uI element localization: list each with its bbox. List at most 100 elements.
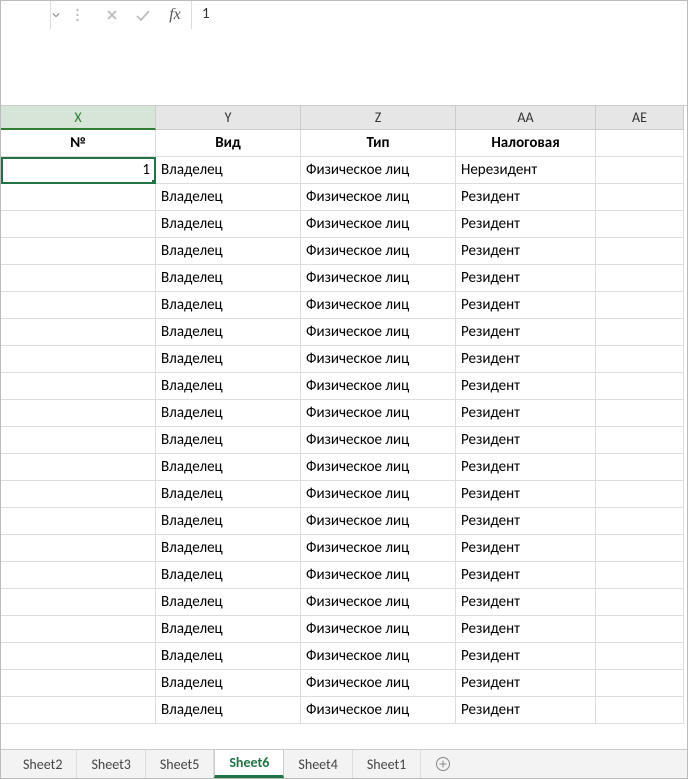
add-sheet-button[interactable] <box>421 750 465 778</box>
cell-nal[interactable]: Нерезидент <box>456 157 596 184</box>
cell-vid[interactable]: Владелец <box>156 670 301 697</box>
cell-empty[interactable] <box>596 535 684 562</box>
cell-vid[interactable]: Владелец <box>156 508 301 535</box>
cell-no[interactable] <box>1 373 156 400</box>
cell-empty[interactable] <box>596 481 684 508</box>
cell-nal[interactable]: Резидент <box>456 211 596 238</box>
header-cell[interactable]: Тип <box>301 130 456 157</box>
cell-tip[interactable]: Физическое лиц <box>301 589 456 616</box>
cell-nal[interactable]: Резидент <box>456 373 596 400</box>
cell-tip[interactable]: Физическое лиц <box>301 454 456 481</box>
cell-tip[interactable]: Физическое лиц <box>301 292 456 319</box>
cell-no[interactable] <box>1 292 156 319</box>
cell-vid[interactable]: Владелец <box>156 211 301 238</box>
name-box-dropdown-icon[interactable] <box>51 1 61 29</box>
cell-vid[interactable]: Владелец <box>156 481 301 508</box>
cell-vid[interactable]: Владелец <box>156 265 301 292</box>
cell-vid[interactable]: Владелец <box>156 697 301 724</box>
cell-vid[interactable]: Владелец <box>156 562 301 589</box>
cell-no[interactable] <box>1 670 156 697</box>
col-header-aa[interactable]: AA <box>456 106 596 130</box>
cell-no[interactable] <box>1 346 156 373</box>
sheet-tab[interactable]: Sheet6 <box>214 749 284 778</box>
col-header-z[interactable]: Z <box>301 106 456 130</box>
cell-tip[interactable]: Физическое лиц <box>301 400 456 427</box>
cell-vid[interactable]: Владелец <box>156 238 301 265</box>
cell-empty[interactable] <box>596 184 684 211</box>
cell-nal[interactable]: Резидент <box>456 238 596 265</box>
formula-input[interactable]: 1 <box>192 1 687 27</box>
cell-vid[interactable]: Владелец <box>156 346 301 373</box>
cell-empty[interactable] <box>596 346 684 373</box>
cell-nal[interactable]: Резидент <box>456 292 596 319</box>
cell-empty[interactable] <box>596 400 684 427</box>
cell-empty[interactable] <box>596 643 684 670</box>
cell-vid[interactable]: Владелец <box>156 157 301 184</box>
cell-tip[interactable]: Физическое лиц <box>301 238 456 265</box>
cell-no[interactable] <box>1 400 156 427</box>
cell-nal[interactable]: Резидент <box>456 508 596 535</box>
col-header-ae[interactable]: AE <box>596 106 684 130</box>
cell-vid[interactable]: Владелец <box>156 292 301 319</box>
cell-nal[interactable]: Резидент <box>456 697 596 724</box>
cell-vid[interactable]: Владелец <box>156 643 301 670</box>
cell-empty[interactable] <box>596 211 684 238</box>
cell-nal[interactable]: Резидент <box>456 670 596 697</box>
cell-vid[interactable]: Владелец <box>156 427 301 454</box>
cell-vid[interactable]: Владелец <box>156 184 301 211</box>
sheet-tab[interactable]: Sheet2 <box>9 750 77 778</box>
cell-no[interactable] <box>1 616 156 643</box>
cell-no[interactable] <box>1 697 156 724</box>
header-cell[interactable]: № <box>1 130 156 157</box>
cell-no[interactable] <box>1 319 156 346</box>
sheet-tab[interactable]: Sheet1 <box>353 750 421 778</box>
sheet-tab[interactable]: Sheet3 <box>77 750 145 778</box>
cell-empty[interactable] <box>596 427 684 454</box>
cell-tip[interactable]: Физическое лиц <box>301 697 456 724</box>
cell-tip[interactable]: Физическое лиц <box>301 616 456 643</box>
cell-empty[interactable] <box>596 616 684 643</box>
cell-no[interactable] <box>1 535 156 562</box>
cell-no[interactable] <box>1 562 156 589</box>
cell-tip[interactable]: Физическое лиц <box>301 481 456 508</box>
cell-no[interactable] <box>1 211 156 238</box>
cell-empty[interactable] <box>596 292 684 319</box>
cell-vid[interactable]: Владелец <box>156 616 301 643</box>
cell-no[interactable] <box>1 184 156 211</box>
cell-nal[interactable]: Резидент <box>456 184 596 211</box>
cell-no[interactable] <box>1 238 156 265</box>
cell-tip[interactable]: Физическое лиц <box>301 670 456 697</box>
cell-nal[interactable]: Резидент <box>456 535 596 562</box>
cell-nal[interactable]: Резидент <box>456 562 596 589</box>
cell-no[interactable]: 1 <box>1 157 156 184</box>
cell-tip[interactable]: Физическое лиц <box>301 508 456 535</box>
cell-tip[interactable]: Физическое лиц <box>301 562 456 589</box>
cell-vid[interactable]: Владелец <box>156 400 301 427</box>
header-cell[interactable]: Вид <box>156 130 301 157</box>
cell-tip[interactable]: Физическое лиц <box>301 535 456 562</box>
cell-no[interactable] <box>1 454 156 481</box>
cell-nal[interactable]: Резидент <box>456 400 596 427</box>
cell-no[interactable] <box>1 589 156 616</box>
cell-empty[interactable] <box>596 319 684 346</box>
header-cell[interactable]: Налоговая <box>456 130 596 157</box>
cell-no[interactable] <box>1 427 156 454</box>
cell-no[interactable] <box>1 508 156 535</box>
col-header-x[interactable]: X <box>1 106 156 130</box>
cell-nal[interactable]: Резидент <box>456 454 596 481</box>
cell-empty[interactable] <box>596 373 684 400</box>
cell-empty[interactable] <box>596 589 684 616</box>
cell-tip[interactable]: Физическое лиц <box>301 373 456 400</box>
header-cell[interactable] <box>596 130 684 157</box>
cell-nal[interactable]: Резидент <box>456 589 596 616</box>
cell-nal[interactable]: Резидент <box>456 616 596 643</box>
cell-no[interactable] <box>1 481 156 508</box>
cell-tip[interactable]: Физическое лиц <box>301 346 456 373</box>
cell-empty[interactable] <box>596 454 684 481</box>
cell-tip[interactable]: Физическое лиц <box>301 643 456 670</box>
col-header-y[interactable]: Y <box>156 106 301 130</box>
sheet-tab[interactable]: Sheet4 <box>284 750 352 778</box>
cell-no[interactable] <box>1 265 156 292</box>
cell-tip[interactable]: Физическое лиц <box>301 157 456 184</box>
sheet-tab[interactable]: Sheet5 <box>146 750 214 778</box>
